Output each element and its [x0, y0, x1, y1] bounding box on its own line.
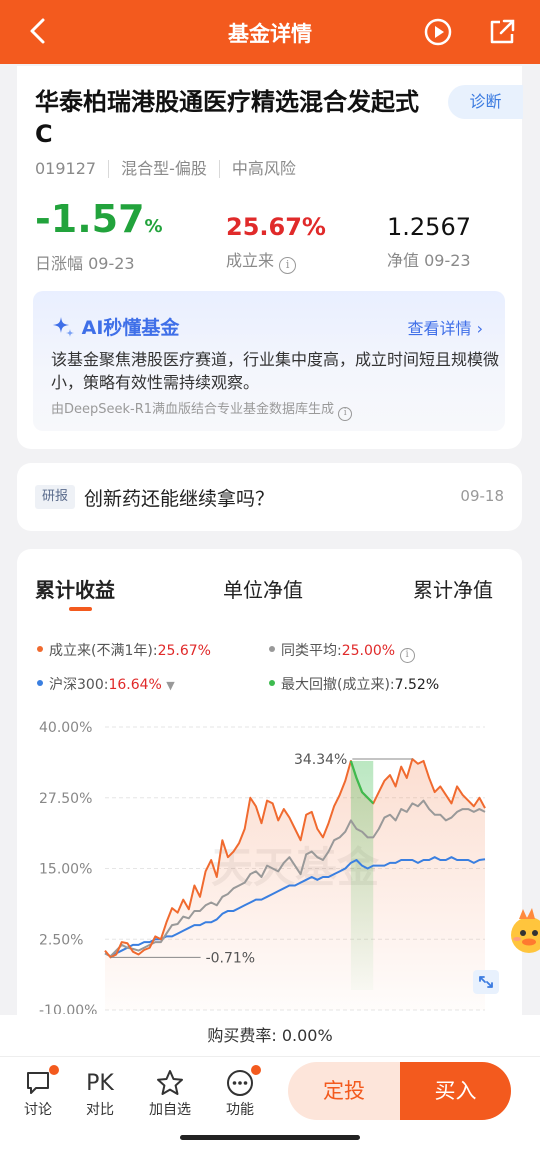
- legend-dot: [37, 646, 43, 652]
- legend-peer-value: 25.00%: [341, 643, 396, 659]
- home-indicator: [180, 1135, 360, 1140]
- max-annotation: 34.34%: [294, 752, 347, 768]
- ai-link-text: 查看详情: [407, 319, 472, 338]
- compare-label: 对比: [86, 1102, 114, 1118]
- tab-unit-nav[interactable]: 单位净值: [223, 574, 303, 603]
- play-icon[interactable]: [422, 16, 454, 48]
- fund-name: 华泰柏瑞港股通医疗精选混合发起式C: [35, 88, 419, 148]
- notification-dot: [251, 1065, 261, 1075]
- y-tick-label: -10.00%: [39, 1003, 97, 1014]
- min-annotation: -0.71%: [206, 950, 256, 966]
- active-tab-indicator: [69, 607, 92, 611]
- auto-invest-button[interactable]: 定投: [288, 1062, 400, 1120]
- ai-source-text: 由DeepSeek-R1满血版结合专业基金数据库生成: [51, 402, 335, 417]
- expand-icon[interactable]: [473, 970, 499, 994]
- mascot-icon[interactable]: [505, 905, 540, 963]
- top-bar: 基金详情: [0, 0, 540, 64]
- nav-label: 净值 09-23: [387, 251, 471, 270]
- legend-drawdown-value: 7.52%: [394, 677, 440, 693]
- y-tick-label: 2.50%: [39, 932, 83, 948]
- since-inception-value: 25.67%: [226, 213, 326, 241]
- info-icon[interactable]: i: [338, 407, 353, 421]
- legend-dot: [37, 680, 43, 686]
- tab-cumulative-return[interactable]: 累计收益: [35, 574, 115, 603]
- since-inception-metric: 25.67% 成立来 i: [226, 213, 326, 274]
- add-favorite-button[interactable]: 加自选: [145, 1067, 195, 1119]
- functions-label: 功能: [226, 1102, 254, 1118]
- legend-dot: [269, 680, 275, 686]
- fund-type: 混合型-偏股: [121, 160, 220, 178]
- more-dots-icon: [227, 1070, 253, 1096]
- research-report-card[interactable]: 研报 创新药还能继续拿吗？ 09-18: [17, 463, 522, 531]
- dropdown-triangle-icon[interactable]: ▼: [166, 679, 174, 692]
- ai-source: 由DeepSeek-R1满血版结合专业基金数据库生成 i: [51, 398, 353, 421]
- fund-tags: 019127 混合型-偏股 中高风险: [35, 160, 320, 178]
- y-tick-label: 40.00%: [39, 720, 92, 736]
- report-title: 创新药还能继续拿吗？: [84, 488, 275, 510]
- tab-accumulated-nav[interactable]: 累计净值: [413, 574, 493, 603]
- report-date: 09-18: [460, 487, 504, 505]
- drawdown-band: [350, 760, 374, 990]
- notification-dot: [49, 1065, 59, 1075]
- bottom-action-bar: 讨论 PK 对比 加自选 功能 定投 买入: [0, 1057, 540, 1152]
- info-icon[interactable]: i: [279, 257, 297, 274]
- legend-fund: 成立来(不满1年):25.67%: [37, 640, 211, 660]
- since-inception-label: 成立来: [226, 251, 275, 270]
- legend-index-label: 沪深300:: [49, 677, 109, 693]
- daily-change-metric: -1.57% 日涨幅 09-23: [35, 198, 163, 274]
- functions-button[interactable]: 功能: [215, 1065, 265, 1119]
- legend-peer: 同类平均:25.00% i: [269, 640, 415, 663]
- y-tick-label: 15.00%: [39, 862, 92, 878]
- legend-fund-value: 25.67%: [157, 643, 211, 659]
- legend-peer-label: 同类平均:: [281, 643, 342, 659]
- pk-compare-button[interactable]: PK 对比: [75, 1067, 125, 1119]
- return-line-chart[interactable]: 40.00%27.50%15.00%2.50%-10.00%天天基金34.34%…: [17, 714, 522, 1014]
- nav-metric: 1.2567 净值 09-23: [387, 213, 471, 271]
- ai-title-text: AI秒懂基金: [81, 317, 180, 339]
- legend-drawdown-label: 最大回撤(成立来):: [281, 677, 395, 693]
- legend-index[interactable]: 沪深300:16.64% ▼: [37, 674, 175, 694]
- fund-code: 019127: [35, 160, 110, 178]
- y-tick-label: 27.50%: [39, 791, 92, 807]
- pk-text-icon: PK: [86, 1070, 114, 1096]
- info-icon[interactable]: i: [399, 648, 415, 663]
- discuss-label: 讨论: [24, 1102, 52, 1118]
- daily-change-pct-sign: %: [144, 216, 163, 237]
- fund-risk: 中高风险: [231, 159, 296, 178]
- discuss-button[interactable]: 讨论: [13, 1065, 63, 1119]
- ai-details-link[interactable]: 查看详情 ›: [407, 315, 483, 339]
- chevron-right-icon: ›: [476, 319, 483, 338]
- favorite-label: 加自选: [149, 1102, 191, 1118]
- ai-summary-box[interactable]: AI秒懂基金 查看详情 › 该基金聚焦港股医疗赛道，行业集中度高，成立时间短且规…: [33, 291, 505, 431]
- ai-title: AI秒懂基金: [51, 313, 179, 340]
- chat-icon: [27, 1072, 49, 1094]
- nav-value: 1.2567: [387, 213, 471, 241]
- legend-index-value: 16.64%: [108, 677, 162, 693]
- performance-chart-card: 累计收益 单位净值 累计净值 成立来(不满1年):25.67% 同类平均:25.…: [17, 549, 522, 1069]
- legend-fund-label: 成立来(不满1年):: [49, 643, 158, 659]
- diagnose-button[interactable]: 诊断: [448, 85, 523, 119]
- daily-change-label: 日涨幅 09-23: [35, 254, 135, 273]
- daily-change-value: -1.57: [35, 197, 145, 241]
- fund-info-card: 华泰柏瑞港股通医疗精选混合发起式C 诊断 019127 混合型-偏股 中高风险 …: [17, 66, 523, 449]
- legend-drawdown: 最大回撤(成立来):7.52%: [269, 674, 439, 694]
- legend-dot: [269, 646, 275, 652]
- ai-summary-text: 该基金聚焦港股医疗赛道，行业集中度高，成立时间短且规模微小，策略有效性需持续观察…: [51, 350, 500, 392]
- page-title: 基金详情: [228, 22, 312, 46]
- share-icon[interactable]: [486, 16, 518, 48]
- buy-button[interactable]: 买入: [400, 1062, 511, 1120]
- sparkle-icon: [53, 317, 74, 337]
- star-icon: [157, 1070, 183, 1095]
- report-tag: 研报: [35, 485, 75, 509]
- purchase-fee: 购买费率: 0.00%: [0, 1015, 540, 1057]
